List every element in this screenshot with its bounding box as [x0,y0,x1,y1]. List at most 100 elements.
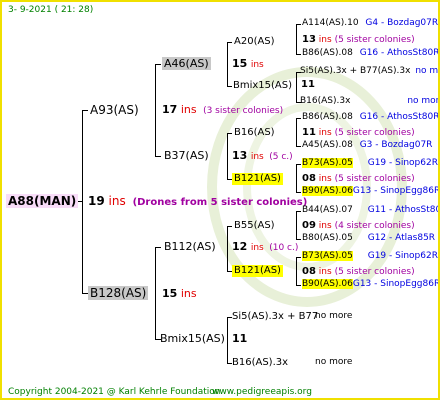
b128-info: 15 ins [162,288,197,299]
bmix15-a[interactable]: Bmix15(AS) [231,80,294,92]
a46[interactable]: A46(AS) [162,57,211,70]
b112-year: 12 [232,240,248,253]
g4-info: G11 - AthosSt80R [367,205,440,215]
b37-info: 13 ins (5 c.) [232,150,293,162]
bmix15-year: 11 [232,332,248,345]
g4-name[interactable]: B86(AS).08 [302,48,353,58]
g4-name[interactable]: A114(AS).10 [302,18,359,28]
g4-info: G19 - Sinop62R [367,158,438,168]
g4-name[interactable]: B73(AS).05 [302,251,353,261]
g4-info: G4 - Bozdag07R [365,18,439,28]
g4-year: 13 [302,34,316,45]
g4-row-13: B80(AS).05 G12 - Atlas85R [302,234,435,243]
b16[interactable]: B16(AS) [232,127,277,139]
b128-year: 15 [162,287,178,300]
b16-3x[interactable]: B16(AS).3x [230,357,290,369]
g4-ins: ins [318,128,332,138]
site-link[interactable]: www.pedigreeapis.org [212,388,312,397]
g4-name[interactable]: A45(AS).08 [302,140,353,150]
g4-row-8: B73(AS).05 G19 - Sinop62R [302,158,438,168]
g4-info: G13 - SinopEgg86R [352,186,440,196]
b37-year: 13 [232,149,248,162]
a46-info: 15 ins [232,58,264,70]
g4-year: 08 [302,266,316,277]
b112[interactable]: B112(AS) [162,240,218,253]
g4-note: (5 sister colonies) [334,128,415,138]
g4-name[interactable]: B90(AS).06 [302,279,353,289]
b16-3x-more: no more [315,357,353,367]
root-info: 19 ins (Drones from 5 sister colonies) [88,195,307,208]
b112-info: 12 ins (10 c.) [232,241,298,253]
si5-b77-more: no more [315,311,353,321]
g4-row-10: B90(AS).06G13 - SinopEgg86R [302,186,440,196]
root-note: (Drones from 5 sister colonies) [132,197,308,208]
g4-row-14: B73(AS).05 G19 - Sinop62R [302,251,438,261]
g4-name[interactable]: B90(AS).06 [302,186,353,196]
g4-info: G12 - Atlas85R [367,233,436,243]
g4-row-3: Si5(AS).3x + B77(AS).3x no more [300,66,439,76]
g4-row-5: B86(AS).08 G16 - AthosSt80R [302,112,440,122]
si5-b77[interactable]: Si5(AS).3x + B77 [230,311,320,323]
b112-ins: ins [250,243,264,253]
a46-year: 15 [232,57,248,70]
a93-note: (3 sister colonies) [203,106,284,116]
g4-row-16: B90(AS).06G13 - SinopEgg86R [302,279,440,289]
g4-year: 11 [302,127,316,138]
g4-info: G3 - Bozdag07R [359,140,433,150]
copyright-text: Copyright 2004-2021 @ Karl Kehrle Founda… [8,387,221,397]
g4-note: (5 sister colonies) [334,174,415,184]
g4-name[interactable]: B86(AS).08 [302,112,353,122]
a93-ins: ins [180,103,197,116]
a46-ins: ins [250,60,264,70]
g4-ins: ins [318,35,332,45]
g4-note: (5 sister colonies) [334,267,415,277]
b37-ins: ins [250,152,264,162]
g4-year: 09 [302,220,316,231]
date-stamp: 3- 9-2021 ( 21: 28) [8,5,94,15]
g4-row-9: 08 ins (5 sister colonies) [302,174,415,184]
b55[interactable]: B55(AS) [232,220,277,232]
b112-note: (10 c.) [269,243,299,253]
bmix15-a-year: 11 [301,79,315,90]
g4-ins: ins [318,221,332,231]
g4-note: (5 sister colonies) [334,35,415,45]
dam-a93[interactable]: A93(AS) [88,103,141,117]
g4-info: G16 - AthosSt80R [359,48,440,58]
b128-ins: ins [180,287,197,300]
a20[interactable]: A20(AS) [232,36,277,48]
g4-name[interactable]: B44(AS).07 [302,205,353,215]
root-year: 19 [88,194,105,208]
a93-year: 17 [162,103,178,116]
g4-name[interactable]: B73(AS).05 [302,158,353,168]
g4-ins: ins [318,174,332,184]
g4-row-0: A114(AS).10 G4 - Bozdag07R [302,19,438,28]
g4-more: no more [415,66,439,76]
bmix15[interactable]: Bmix15(AS) [158,332,227,345]
g4-row-15: 08 ins (5 sister colonies) [302,267,415,277]
g4-note: (4 sister colonies) [334,221,415,231]
g4-row-2: B86(AS).08 G16 - AthosSt80R [302,48,440,58]
g4-info: G16 - AthosSt80R [359,112,440,122]
g4-ins: ins [318,267,332,277]
g4-info: G19 - Sinop62R [367,251,438,261]
b37[interactable]: B37(AS) [162,149,211,162]
b121-a[interactable]: B121(AS) [232,173,283,185]
root-queen[interactable]: A88(MAN) [6,194,79,208]
g4-row-4: B16(AS).3x no more [300,96,440,106]
g4-info: G13 - SinopEgg86R [352,279,440,289]
pedigree-frame: 3- 9-2021 ( 21: 28) Copyright 2004-2021 … [0,0,440,400]
b121-b[interactable]: B121(AS) [232,265,283,277]
g4-name[interactable]: Si5(AS).3x + B77(AS).3x [300,66,410,76]
g4-row-6: 11 ins (5 sister colonies) [302,128,415,138]
g4-name[interactable]: B16(AS).3x [300,96,350,106]
g4-row-7: A45(AS).08 G3 - Bozdag07R [302,141,432,150]
g4-row-11: B44(AS).07 G11 - AthosSt80R [302,205,440,215]
b37-note: (5 c.) [269,152,293,162]
g4-name[interactable]: B80(AS).05 [302,233,353,243]
g4-more: no more [407,96,440,106]
g4-row-1: 13 ins (5 sister colonies) [302,35,415,45]
g4-row-12: 09 ins (4 sister colonies) [302,221,415,231]
a93-info: 17 ins (3 sister colonies) [162,104,283,116]
root-ins: ins [108,194,126,208]
sire-b128[interactable]: B128(AS) [88,286,149,300]
